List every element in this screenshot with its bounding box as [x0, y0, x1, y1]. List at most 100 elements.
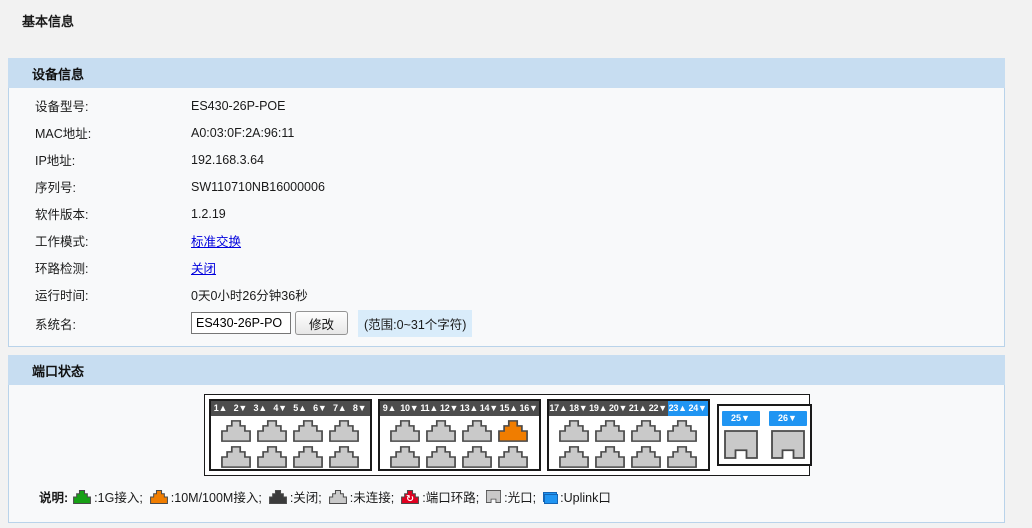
device-info-row: 设备型号:ES430-26P-POE: [9, 92, 1004, 119]
info-value: 192.168.3.64: [191, 153, 264, 167]
legend-item: ↻:端口环路;: [401, 487, 479, 506]
port-10-icon: [390, 446, 420, 468]
port-17-icon: [559, 420, 589, 442]
legend-prefix: 说明:: [39, 487, 68, 506]
port-group: 9▲10▼11▲12▼13▲14▼15▲16▼: [378, 399, 541, 471]
modify-button[interactable]: 修改: [295, 311, 348, 335]
port-1-icon: [221, 420, 251, 442]
port-11-icon: [426, 420, 456, 442]
port-7-icon: [329, 420, 359, 442]
port-22-icon: [631, 446, 661, 468]
device-info-panel-body: 设备型号:ES430-26P-POEMAC地址:A0:03:0F:2A:96:1…: [8, 88, 1005, 347]
legend-label: :1G接入;: [94, 487, 143, 506]
info-value: ES430-26P-POE: [191, 99, 286, 113]
legend-label: :关闭;: [290, 487, 322, 506]
legend-item: :未连接;: [329, 487, 394, 506]
port-4-icon: [257, 446, 287, 468]
legend-item: :Uplink口: [543, 487, 611, 506]
info-value-link[interactable]: 关闭: [191, 258, 216, 277]
port-12-icon: [426, 446, 456, 468]
port-2-icon: [221, 446, 251, 468]
info-label: 工作模式:: [35, 231, 191, 250]
port-number-label: 15▲: [499, 401, 519, 416]
device-info-row: 软件版本:1.2.19: [9, 200, 1004, 227]
legend-item: :10M/100M接入;: [150, 487, 262, 506]
port-number-label: 8▼: [350, 401, 370, 416]
port-legend: 说明: :1G接入; :10M/100M接入; :关闭; :未连接; ↻:端口环路; :光…: [39, 487, 1004, 506]
legend-label: :Uplink口: [560, 487, 611, 506]
port-number-label: 16▼: [519, 401, 539, 416]
device-info-row: MAC地址:A0:03:0F:2A:96:11: [9, 119, 1004, 146]
port-15-icon: [498, 420, 528, 442]
port-number-label: 23▲: [668, 401, 688, 416]
legend-fiber-icon: [486, 490, 501, 503]
port-13-icon: [462, 420, 492, 442]
port-23-icon: [667, 420, 697, 442]
port-18-icon: [559, 446, 589, 468]
uplink-port-label: 25▼: [722, 411, 760, 426]
system-name-input[interactable]: [191, 312, 291, 334]
legend-item: :关闭;: [269, 487, 322, 506]
port-number-label: 10▼: [399, 401, 419, 416]
port-group-header: 9▲10▼11▲12▼13▲14▼15▲16▼: [380, 401, 539, 416]
port-diagram: 1▲2▼3▲4▼5▲6▼7▲8▼9▲10▼11▲12▼13▲14▼15▲16▼1…: [204, 394, 810, 476]
sfp-port-group: 25▼ 26▼: [717, 404, 812, 466]
port-number-label: 6▼: [310, 401, 330, 416]
port-group: 17▲18▼19▲20▼21▲22▼23▲24▼: [547, 399, 710, 471]
port-number-label: 19▲: [588, 401, 608, 416]
port-9-icon: [390, 420, 420, 442]
page-title: 基本信息: [0, 0, 1032, 30]
port-status-panel-header: 端口状态: [8, 355, 1005, 385]
port-group-header: 17▲18▼19▲20▼21▲22▼23▲24▼: [549, 401, 708, 416]
port-number-label: 1▲: [211, 401, 231, 416]
port-number-label: 14▼: [479, 401, 499, 416]
uplink-port-label: 26▼: [769, 411, 807, 426]
port-number-label: 7▲: [330, 401, 350, 416]
port-number-label: 22▼: [648, 401, 668, 416]
legend-item: :1G接入;: [73, 487, 143, 506]
info-value: A0:03:0F:2A:96:11: [191, 126, 294, 140]
port-number-label: 17▲: [549, 401, 569, 416]
port-21-icon: [631, 420, 661, 442]
system-name-row: 系统名: 修改 (范围:0~31个字符): [9, 308, 1004, 338]
info-value-link[interactable]: 标准交换: [191, 231, 241, 250]
info-label: MAC地址:: [35, 123, 191, 142]
legend-label: :10M/100M接入;: [171, 487, 262, 506]
port-24-icon: [667, 446, 697, 468]
info-value: SW110710NB16000006: [191, 180, 325, 194]
port-5-icon: [293, 420, 323, 442]
port-status-panel: 端口状态 1▲2▼3▲4▼5▲6▼7▲8▼ 9▲10▼11▲12▼13▲14▼15…: [8, 355, 1005, 523]
system-name-label: 系统名:: [35, 314, 191, 333]
port-20-icon: [595, 446, 625, 468]
port-status-panel-body: 1▲2▼3▲4▼5▲6▼7▲8▼9▲10▼11▲12▼13▲14▼15▲16▼1…: [8, 385, 1005, 523]
port-number-label: 2▼: [230, 401, 250, 416]
port-number-label: 3▲: [250, 401, 270, 416]
info-label: 软件版本:: [35, 204, 191, 223]
port-19-icon: [595, 420, 625, 442]
legend-loop-icon: ↻: [401, 490, 419, 504]
port-number-label: 9▲: [380, 401, 400, 416]
device-info-row: 运行时间:0天0小时26分钟36秒: [9, 281, 1004, 308]
port-number-label: 18▼: [568, 401, 588, 416]
svg-text:↻: ↻: [406, 493, 414, 503]
port-number-label: 4▼: [270, 401, 290, 416]
legend-label: :光口;: [504, 487, 536, 506]
system-name-hint: (范围:0~31个字符): [358, 310, 472, 337]
legend-1g-icon: [73, 490, 91, 504]
port-number-label: 24▼: [688, 401, 708, 416]
info-value: 1.2.19: [191, 207, 226, 221]
port-14-icon: [462, 446, 492, 468]
port-group: 1▲2▼3▲4▼5▲6▼7▲8▼: [209, 399, 372, 471]
legend-disconnected-icon: [329, 490, 347, 504]
port-8-icon: [329, 446, 359, 468]
device-info-row: 环路检测:关闭: [9, 254, 1004, 281]
info-label: 设备型号:: [35, 96, 191, 115]
sfp-port-column: 26▼: [769, 411, 807, 464]
port-number-label: 11▲: [419, 401, 439, 416]
port-number-label: 5▲: [290, 401, 310, 416]
port-group-header: 1▲2▼3▲4▼5▲6▼7▲8▼: [211, 401, 370, 416]
legend-100m-icon: [150, 490, 168, 504]
device-info-row: 工作模式:标准交换: [9, 227, 1004, 254]
device-info-panel: 设备信息 设备型号:ES430-26P-POEMAC地址:A0:03:0F:2A…: [8, 58, 1005, 347]
device-info-row: 序列号:SW110710NB16000006: [9, 173, 1004, 200]
